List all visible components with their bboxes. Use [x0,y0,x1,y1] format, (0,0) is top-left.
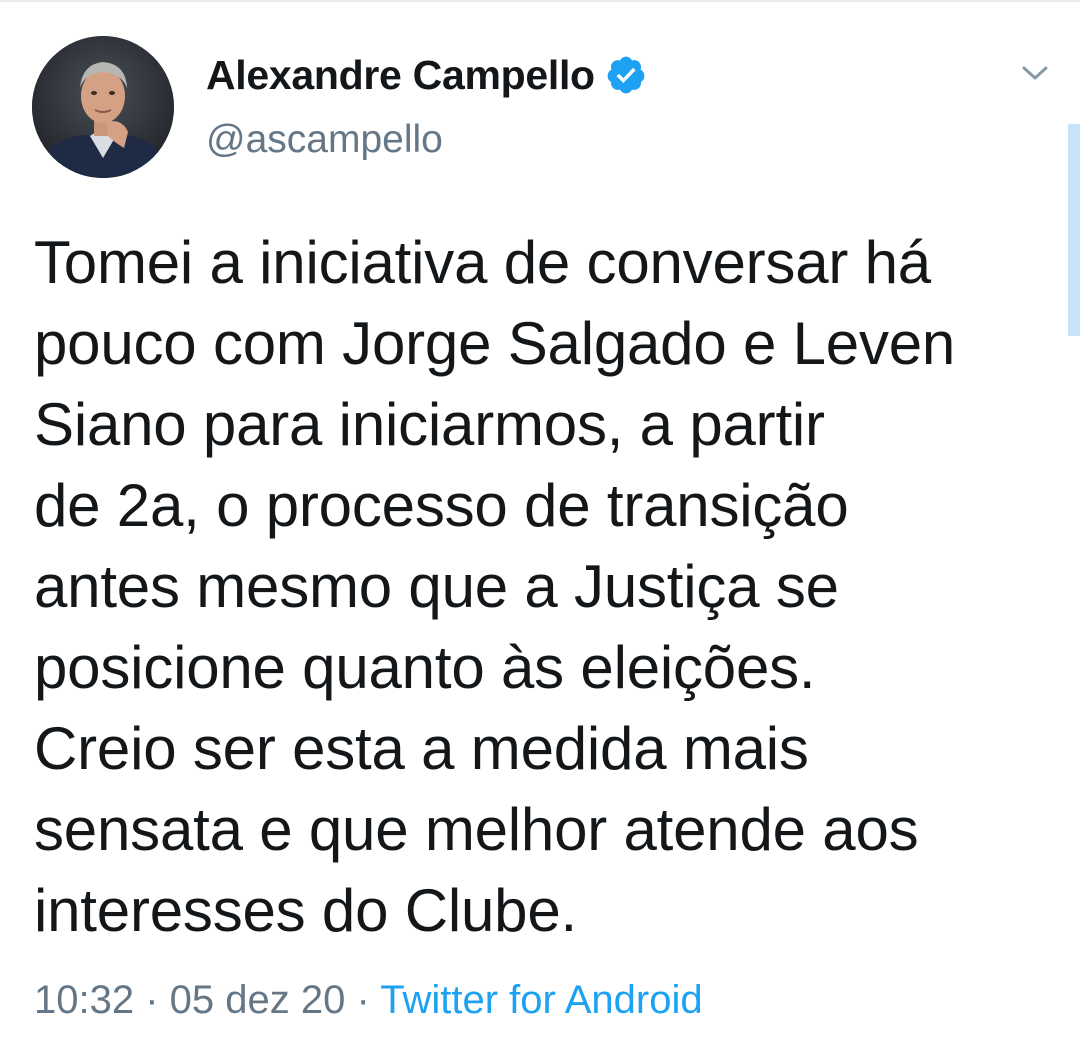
meta-separator: · [145,978,170,1022]
scrollbar[interactable] [1068,124,1080,336]
author-handle[interactable]: @ascampello [206,118,443,162]
meta-separator: · [356,978,381,1022]
tweet-text-line: Tomei a iniciativa de conversar há [34,229,931,296]
chevron-down-icon[interactable] [1016,56,1054,90]
tweet-time[interactable]: 10:32 [34,978,134,1022]
avatar-photo [32,36,174,178]
tweet-text-line: sensata e que melhor atende aos [34,796,919,863]
tweet-text-line: Siano para iniciarmos, a partir [34,391,825,458]
tweet-text-line: antes mesmo que a Justiça se [34,553,839,620]
tweet-source-link[interactable]: Twitter for Android [380,978,702,1022]
tweet-text-line: interesses do Clube. [34,877,577,944]
author-display-name[interactable]: Alexandre Campello [206,52,595,99]
tweet-text-line: pouco com Jorge Salgado e Leven [34,310,956,377]
avatar[interactable] [32,36,174,178]
verified-badge-icon [605,54,647,96]
tweet-text: Tomei a iniciativa de conversar há pouco… [34,222,1054,951]
tweet-card: Alexandre Campello @ascampello Tomei a i… [0,0,1080,1052]
tweet-text-line: posicione quanto às eleições. [34,634,816,701]
top-divider [0,0,1080,2]
tweet-date[interactable]: 05 dez 20 [170,978,346,1022]
tweet-text-line: Creio ser esta a medida mais [34,715,809,782]
tweet-meta: 10:32 · 05 dez 20 · Twitter for Android [34,978,703,1023]
author-name-row[interactable]: Alexandre Campello [206,50,647,100]
tweet-text-line: de 2a, o processo de transição [34,472,849,539]
